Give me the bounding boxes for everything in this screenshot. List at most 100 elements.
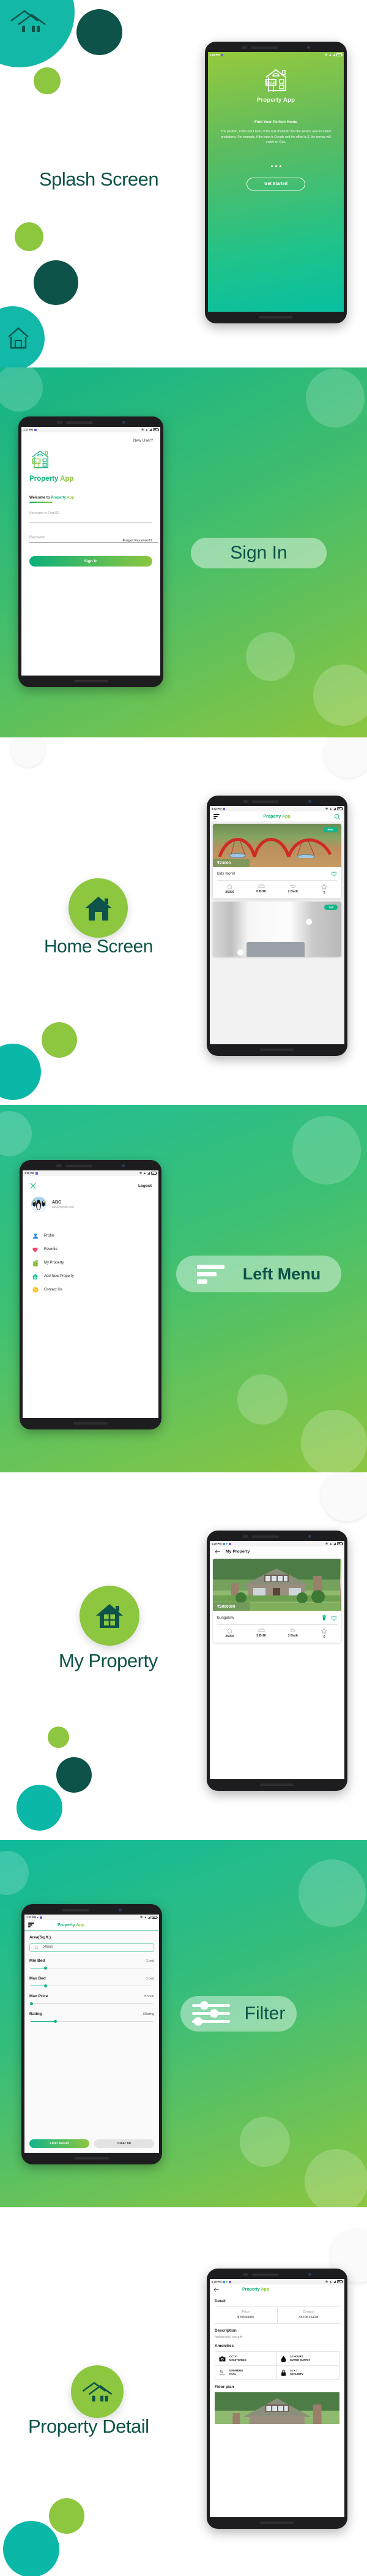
signal-icon: ◢	[333, 807, 336, 811]
status-bar: 6:02 PM ✲ ▲ ◢	[210, 806, 344, 812]
max-price-slider[interactable]	[29, 2002, 154, 2005]
amenity-label: SWIMMIMG POOL	[229, 2369, 243, 2376]
listing-type-badge: Sell	[324, 905, 338, 911]
max-bed-slider[interactable]	[29, 1984, 154, 1987]
device-screen: 1:29 PM ▾ ✲ ▲ ◢ Property App Detail Pric…	[210, 2279, 344, 2517]
amenity-item: CCTV MONITORING	[215, 2352, 277, 2366]
password-field[interactable]: Password Forgot Password?	[29, 536, 158, 543]
bath-icon	[290, 884, 295, 888]
menu-item-add-new-property[interactable]: Add New Property	[23, 1270, 158, 1283]
heart-icon	[32, 1246, 39, 1253]
property-name: bungalow	[217, 1615, 234, 1620]
deco-circle	[321, 1472, 367, 1521]
user-profile-header[interactable]: ABC abc@gmail.com	[23, 1189, 158, 1212]
close-icon[interactable]	[29, 1182, 37, 1189]
section-filter: Filter 1:23 PM ▾ ✲ ▲ ◢ Property App Area…	[0, 1840, 367, 2207]
username-field[interactable]: Username or Email ID	[29, 511, 152, 523]
get-started-button[interactable]: Get Started	[247, 177, 305, 190]
property-card[interactable]: Rent ₹23000 kids world 26000 0 BHK 2 Bat…	[213, 824, 341, 899]
app-bar: Property App	[210, 2284, 344, 2294]
section-my-property: My Property 1:28 PM ▾ ✲ ▲ ◢ My Property …	[0, 1472, 367, 1840]
wifi-icon: ▲	[144, 1915, 147, 1919]
min-bed-slider[interactable]	[29, 1966, 154, 1970]
house-plus-icon	[32, 1273, 39, 1280]
amenity-label: CCTV MONITORING	[229, 2355, 247, 2362]
star-icon	[321, 1627, 328, 1634]
brand-part-1: Property	[57, 1923, 75, 1927]
clear-all-button[interactable]: Clear All	[94, 2139, 154, 2148]
contact-value: 3579516428	[298, 2316, 319, 2319]
sign-in-button[interactable]: Sign In	[29, 555, 152, 567]
section-caption: Sign In	[230, 543, 287, 563]
filter-result-button[interactable]: Filter Result	[29, 2139, 89, 2148]
forgot-password-link[interactable]: Forgot Password?	[123, 539, 152, 543]
deco-circle	[49, 2498, 84, 2534]
section-home-screen: Home Screen 6:02 PM ✲ ▲ ◢ Property App R…	[0, 737, 367, 1105]
property-card[interactable]: Sell	[213, 902, 341, 957]
app-notification-icon	[220, 53, 223, 56]
status-time: 1:20 PM	[24, 1172, 34, 1175]
menu-item-profile[interactable]: Profile	[23, 1229, 158, 1243]
deco-circle	[301, 1410, 367, 1472]
slider-row: Max Bed 1 bed	[29, 1976, 154, 1981]
section-caption: Property Detail	[28, 2416, 149, 2437]
back-arrow-icon[interactable]	[215, 1549, 221, 1554]
property-card[interactable]: Buy	[213, 1559, 341, 1643]
property-name: kids world	[217, 872, 235, 876]
amenities-heading: Amenities	[215, 2344, 234, 2348]
stat-value: 3 Bath	[287, 1634, 298, 1638]
battery-icon	[337, 1542, 343, 1545]
deco-circle	[298, 1859, 366, 1927]
house-for-sale-icon: SALE	[265, 69, 286, 92]
heart-outline-icon[interactable]	[331, 871, 337, 876]
area-search-input[interactable]: 25000	[29, 1943, 154, 1952]
sign-in-pill: Sign In	[191, 538, 327, 568]
description-value: having pool, security	[215, 2335, 243, 2339]
home-icon	[84, 896, 112, 921]
username-label: Username or Email ID	[29, 511, 60, 516]
app-notification-icon	[34, 428, 37, 431]
logout-button[interactable]: Logout	[138, 1184, 152, 1188]
device-screen: 1:23 PM ▾ ✲ ▲ ◢ Property App Area(Sq.ft.…	[24, 1915, 159, 2153]
brand-part-1: Property	[29, 475, 59, 483]
status-time: 1:28 PM	[212, 1542, 221, 1545]
area-label: Area(Sq.ft.)	[29, 1935, 51, 1940]
detail-heading: Detail	[215, 2299, 226, 2303]
hamburger-icon[interactable]	[28, 1923, 34, 1927]
contact-label: Contact	[302, 2310, 314, 2314]
app-bar-title: Property App	[242, 2288, 269, 2292]
menu-item-contact-us[interactable]: Contact Us	[23, 1283, 158, 1297]
deco-circle	[0, 1111, 32, 1156]
menu-item-label: Contact Us	[44, 1288, 62, 1292]
deco-circle	[0, 1851, 29, 1895]
deco-circle	[76, 9, 122, 55]
deco-circle	[305, 2149, 367, 2207]
rating-slider[interactable]	[29, 2019, 154, 2023]
description-heading: Description	[215, 2329, 237, 2333]
new-user-link[interactable]: New User?	[21, 432, 160, 443]
battery-icon	[337, 2280, 343, 2283]
home-window-icon	[96, 1604, 123, 1628]
menu-item-my-property[interactable]: My Property	[23, 1256, 158, 1270]
stat-item: 0	[309, 1627, 341, 1639]
trash-icon[interactable]	[322, 1614, 327, 1621]
search-icon	[34, 1945, 39, 1950]
menu-item-favorite[interactable]: Favorite	[23, 1243, 158, 1256]
heart-outline-icon[interactable]	[331, 1615, 337, 1621]
bed-icon	[258, 1629, 265, 1632]
deco-circle	[3, 2521, 59, 2576]
back-arrow-icon[interactable]	[213, 2287, 220, 2292]
search-icon[interactable]	[334, 813, 341, 820]
deco-circle	[11, 737, 45, 767]
phone-notch	[207, 2272, 347, 2277]
hamburger-icon[interactable]	[213, 814, 220, 819]
user-email: abc@gmail.com	[52, 1205, 74, 1209]
slider-value: 1 bed	[146, 1959, 154, 1963]
splash-headline: Find Your Perfect Home	[254, 120, 297, 124]
property-price: ₹23000	[213, 859, 250, 867]
phone-chin	[207, 1047, 347, 1052]
phone-frame: 1:28 PM ▾ ✲ ▲ ◢ My Property ₹5000000 bun…	[207, 1531, 347, 1791]
slider-label: Max Price	[29, 1994, 48, 1998]
detail-table: Price $ 5000000 Contact 3579516428	[215, 2307, 339, 2324]
stat-item: 26000	[214, 884, 246, 895]
